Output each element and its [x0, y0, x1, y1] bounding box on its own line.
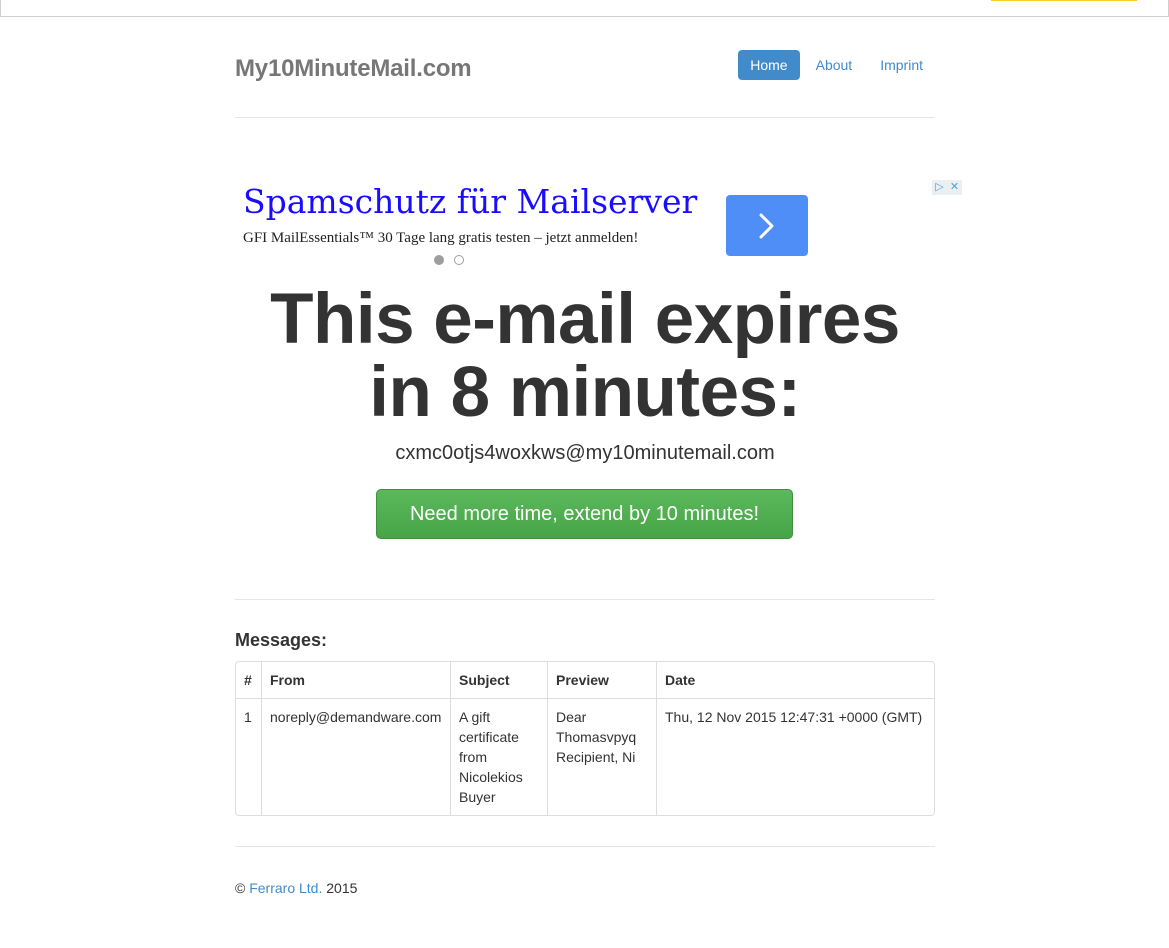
- page-container: My10MinuteMail.com Home About Imprint: [235, 0, 935, 118]
- page-header: My10MinuteMail.com Home About Imprint: [235, 0, 935, 118]
- extend-time-button[interactable]: Need more time, extend by 10 minutes!: [376, 489, 793, 539]
- close-icon[interactable]: ✕: [947, 180, 962, 195]
- ad-title[interactable]: Spamschutz für Mailserver: [243, 182, 697, 221]
- message-preview[interactable]: Dear Thomasvpyq Recipient, Ni: [547, 699, 656, 815]
- copyright-symbol: ©: [235, 880, 246, 896]
- company-link[interactable]: Ferraro Ltd.: [249, 880, 322, 896]
- table-row[interactable]: 1 noreply@demandware.com A gift certific…: [236, 699, 934, 815]
- footer-divider: [235, 846, 935, 847]
- main-nav: Home About Imprint: [738, 50, 935, 80]
- table-header-row: # From Subject Preview Date: [236, 662, 934, 699]
- nav-home-link[interactable]: Home: [738, 50, 800, 80]
- copyright-year: 2015: [326, 880, 358, 896]
- message-subject[interactable]: A gift certificate from Nicolekios Buyer: [450, 699, 547, 815]
- ad-arrow-button[interactable]: [726, 195, 808, 256]
- email-address: cxmc0otjs4woxkws@my10minutemail.com: [395, 442, 775, 464]
- message-from[interactable]: noreply@demandware.com: [261, 699, 450, 815]
- ad-choices: ▷ ✕: [932, 180, 962, 195]
- column-header-from: From: [261, 662, 450, 699]
- column-header-preview: Preview: [547, 662, 656, 699]
- column-header-number: #: [236, 662, 261, 699]
- ad-pagination-dot-active[interactable]: [434, 255, 444, 265]
- adchoices-icon[interactable]: ▷: [932, 180, 947, 195]
- top-highlight-strip: [991, 0, 1137, 1]
- column-header-subject: Subject: [450, 662, 547, 699]
- page-footer: © Ferraro Ltd. 2015: [235, 880, 357, 896]
- chevron-right-icon: [759, 213, 774, 238]
- expiry-heading: This e-mail expires in 8 minutes:: [270, 280, 900, 432]
- site-brand[interactable]: My10MinuteMail.com: [235, 55, 472, 83]
- messages-table: # From Subject Preview Date 1 noreply@de…: [235, 661, 935, 816]
- message-date: Thu, 12 Nov 2015 12:47:31 +0000 (GMT): [656, 699, 934, 815]
- ad-banner[interactable]: Spamschutz für Mailserver GFI MailEssent…: [243, 180, 963, 270]
- ad-pagination-dot[interactable]: [454, 255, 464, 265]
- section-divider: [235, 599, 935, 600]
- ad-description[interactable]: GFI MailEssentials™ 30 Tage lang gratis …: [243, 230, 638, 247]
- ad-pagination: [434, 255, 464, 265]
- message-number: 1: [244, 709, 252, 725]
- column-header-date: Date: [656, 662, 934, 699]
- nav-about-link[interactable]: About: [804, 50, 865, 80]
- nav-imprint-link[interactable]: Imprint: [868, 50, 935, 80]
- messages-heading: Messages:: [235, 630, 328, 650]
